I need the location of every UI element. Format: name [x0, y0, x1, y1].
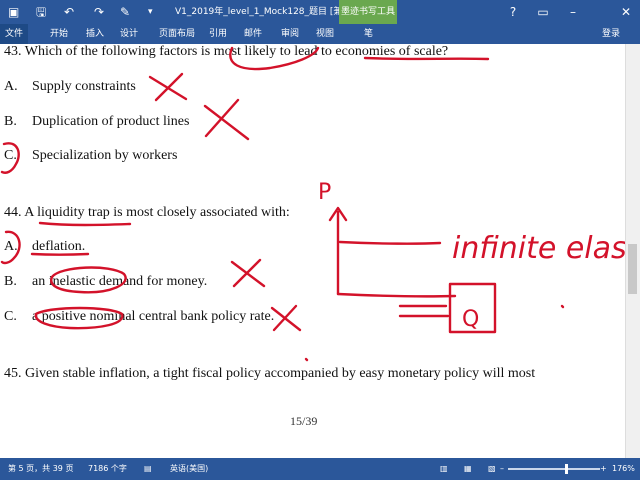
close-icon[interactable]: ✕ — [616, 3, 636, 21]
ink-note-infinite-elastic: infinite elastic — [452, 231, 640, 266]
ink-q-axis — [336, 292, 457, 298]
ink-p-axis — [328, 206, 348, 296]
tab-file[interactable]: 文件 — [0, 24, 28, 44]
ink-underline-liquidity-trap — [38, 221, 132, 227]
save-icon[interactable]: 🖫 — [36, 3, 46, 21]
tab-layout[interactable]: 页面布局 — [159, 24, 195, 44]
ink-q-axis-arrow — [398, 304, 450, 318]
ribbon-display-icon[interactable]: ▭ — [533, 3, 553, 21]
print-layout-icon[interactable]: ▦ — [464, 458, 472, 480]
zoom-slider[interactable] — [508, 468, 600, 470]
ink-x-mark-q44b — [230, 258, 266, 288]
ink-dot — [304, 357, 309, 362]
zoom-level[interactable]: 176% — [612, 458, 635, 480]
ink-annotations: P Q infinite elastic — [0, 46, 640, 362]
redo-icon[interactable]: ↷ — [94, 3, 104, 21]
dropdown-icon[interactable]: ▾ — [148, 3, 153, 21]
ink-underline-deflation — [30, 252, 90, 256]
word-count[interactable]: 7186 个字 — [88, 458, 127, 480]
word-logo-icon: ▣ — [8, 5, 20, 19]
ink-tools-tab[interactable]: 墨迹书写工具 — [339, 0, 397, 24]
ink-q-label: Q — [462, 307, 479, 332]
undo-icon[interactable]: ↶ — [64, 3, 74, 21]
tab-insert[interactable]: 插入 — [86, 24, 104, 44]
status-bar: 第 5 页，共 39 页 7186 个字 ▤ 英语(美国) ▥ ▦ ▧ – + … — [0, 458, 640, 480]
zoom-in-icon[interactable]: + — [600, 458, 607, 480]
ink-dot — [560, 304, 565, 309]
ink-x-mark-q44c — [270, 304, 302, 332]
language-status[interactable]: 英语(美国) — [170, 458, 208, 480]
ink-underline-economies — [363, 56, 490, 61]
ink-circle-is-most — [229, 46, 320, 71]
tab-design[interactable]: 设计 — [120, 24, 138, 44]
tab-review[interactable]: 审阅 — [281, 24, 299, 44]
login-link[interactable]: 登录 — [602, 24, 620, 44]
read-mode-icon[interactable]: ▥ — [440, 458, 448, 480]
ink-x-mark-q43b — [203, 98, 250, 141]
ink-x-mark-q43a — [148, 72, 188, 102]
tab-view[interactable]: 视图 — [316, 24, 334, 44]
page-count[interactable]: 第 5 页，共 39 页 — [8, 458, 73, 480]
pen-icon[interactable]: ✎ — [120, 3, 130, 21]
tab-pen[interactable]: 笔 — [364, 24, 373, 44]
tab-home[interactable]: 开始 — [50, 24, 68, 44]
ink-circle-q44a — [0, 230, 21, 265]
title-bar: ▣ 🖫 ↶ ↷ ✎ ▾ V1_2019年_level_1_Mock128_题目 … — [0, 0, 640, 24]
zoom-out-icon[interactable]: – — [500, 458, 504, 480]
ink-p-label: P — [318, 180, 331, 205]
proofing-icon[interactable]: ▤ — [144, 458, 152, 480]
zoom-slider-knob[interactable] — [565, 464, 568, 474]
tab-references[interactable]: 引用 — [209, 24, 227, 44]
minimize-icon[interactable]: – — [563, 3, 583, 21]
ink-flat-demand-line — [338, 240, 442, 245]
ribbon-tabs: 文件 开始 插入 设计 页面布局 引用 邮件 审阅 视图 笔 登录 — [0, 24, 640, 44]
scrollbar-thumb[interactable] — [628, 244, 637, 294]
ink-circle-q43c — [0, 142, 20, 174]
help-icon[interactable]: ? — [503, 3, 523, 21]
ink-circle-positive — [34, 306, 124, 330]
vertical-scrollbar[interactable] — [625, 44, 640, 458]
tab-mailings[interactable]: 邮件 — [244, 24, 262, 44]
ink-circle-inelastic — [50, 266, 127, 294]
web-layout-icon[interactable]: ▧ — [488, 458, 496, 480]
document-page[interactable]: 43. Which of the following factors is mo… — [0, 44, 640, 458]
